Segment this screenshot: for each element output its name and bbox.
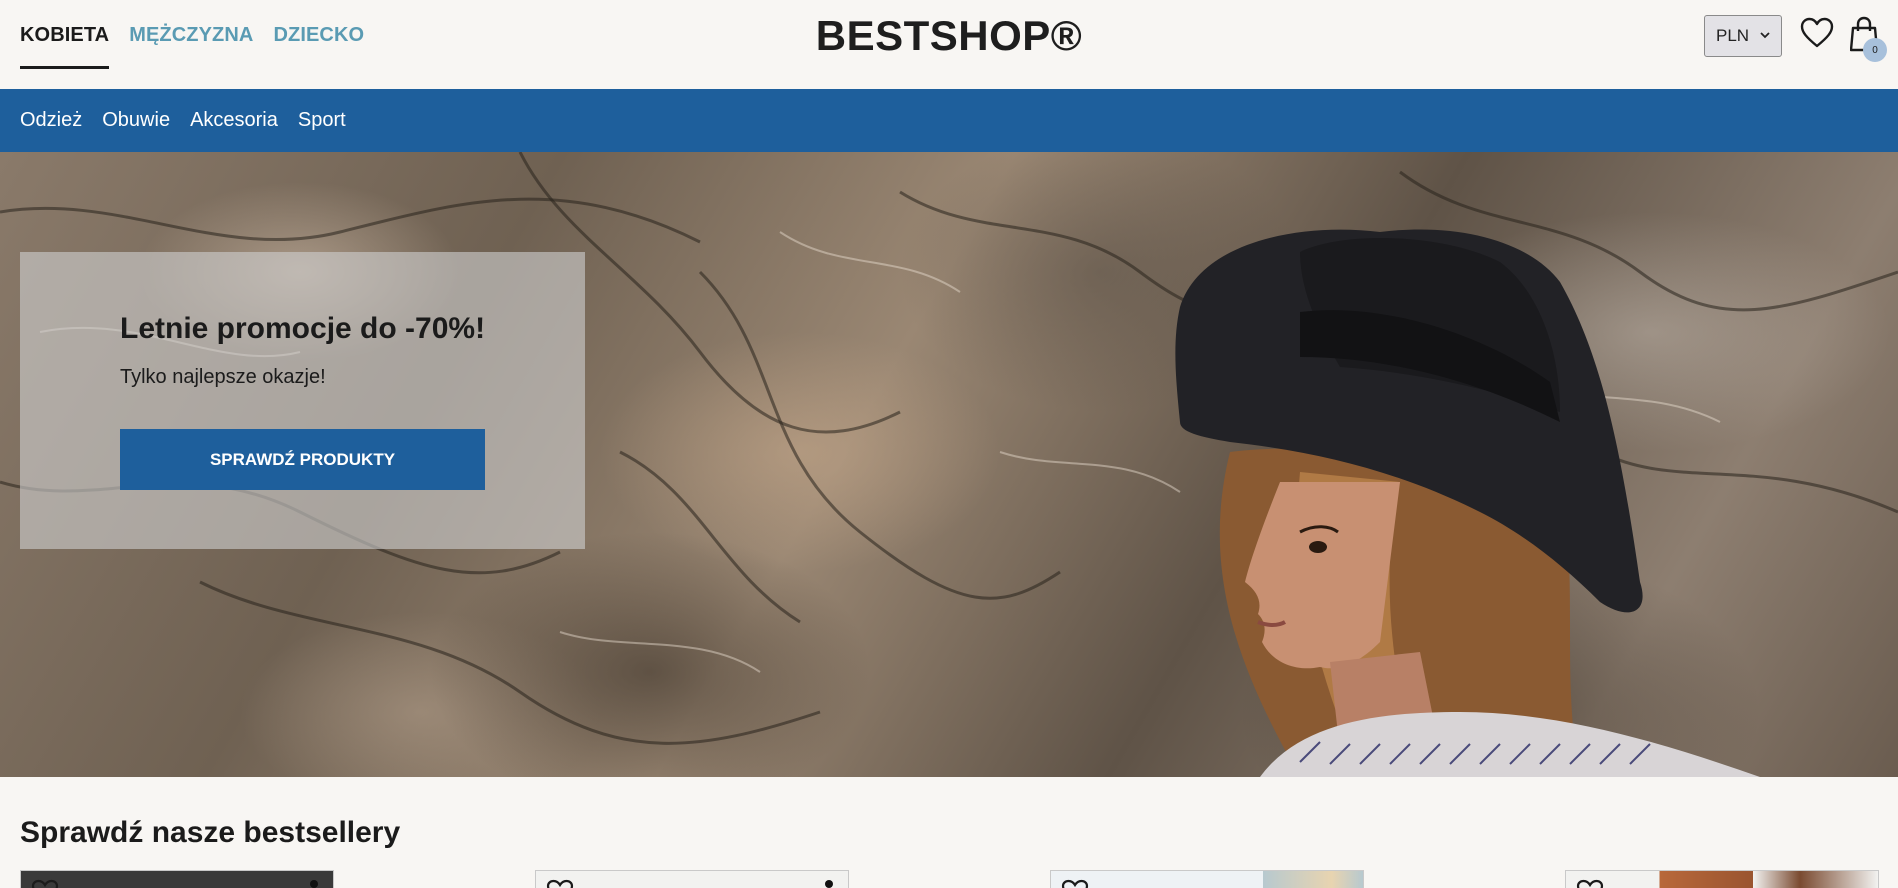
heart-icon[interactable] — [1061, 879, 1089, 888]
chevron-down-icon — [1760, 32, 1770, 39]
figure-icon — [310, 880, 318, 888]
category-akcesoria[interactable]: Akcesoria — [190, 109, 278, 132]
product-card[interactable] — [20, 870, 334, 888]
heart-icon[interactable] — [1576, 879, 1604, 888]
bestsellers-heading: Sprawdź nasze bestsellery — [20, 816, 401, 849]
site-logo[interactable]: BESTSHOP® — [0, 12, 1898, 60]
promo-box: Letnie promocje do -70%! Tylko najlepsze… — [20, 252, 585, 549]
hero-banner: Letnie promocje do -70%! Tylko najlepsze… — [0, 152, 1898, 777]
category-nav: Odzież Obuwie Akcesoria Sport — [0, 89, 1898, 152]
top-header: KOBIETA MĘŻCZYZNA DZIECKO BESTSHOP® PLN … — [0, 0, 1898, 89]
check-products-button[interactable]: SPRAWDŹ PRODUKTY — [120, 429, 485, 490]
promo-subtitle: Tylko najlepsze okazje! — [120, 366, 326, 388]
category-obuwie[interactable]: Obuwie — [102, 109, 170, 132]
category-sport[interactable]: Sport — [298, 109, 346, 132]
heart-icon[interactable] — [31, 879, 59, 888]
promo-title: Letnie promocje do -70%! — [120, 312, 486, 345]
currency-value: PLN — [1716, 26, 1750, 45]
category-odziez[interactable]: Odzież — [20, 109, 82, 132]
heart-icon[interactable] — [1800, 17, 1834, 49]
cart-count-badge: 0 — [1863, 38, 1887, 62]
figure-icon — [825, 880, 833, 888]
currency-select[interactable]: PLN — [1704, 15, 1782, 57]
heart-icon[interactable] — [546, 879, 574, 888]
product-card[interactable] — [1050, 870, 1364, 888]
product-card[interactable] — [1565, 870, 1879, 888]
product-card[interactable] — [535, 870, 849, 888]
